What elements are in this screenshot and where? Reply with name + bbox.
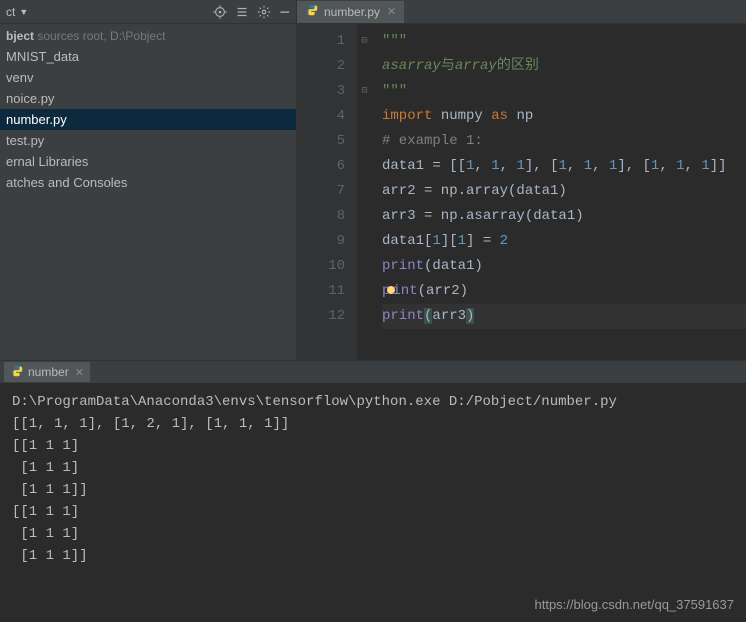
code-line[interactable]: arr2 = np.array(data1) [382, 179, 746, 204]
python-file-icon [10, 364, 24, 381]
console-line: [[1 1 1] [12, 435, 734, 457]
code-area[interactable]: """asarray与array的区别"""import numpy as np… [372, 24, 746, 360]
tab-label: number.py [324, 5, 380, 19]
tree-item[interactable]: MNIST_data [0, 46, 296, 67]
close-icon[interactable]: ✕ [387, 5, 396, 18]
sidebar-header: ct ▼ − [0, 0, 296, 24]
tree-item[interactable]: ernal Libraries [0, 151, 296, 172]
tree-item[interactable]: atches and Consoles [0, 172, 296, 193]
console-line: [1 1 1] [12, 457, 734, 479]
console-tab-label: number [28, 365, 69, 379]
console-line: [[1 1 1] [12, 501, 734, 523]
editor-area: number.py ✕ 123456789101112 ⊟⊟ """asarra… [297, 0, 746, 360]
hide-icon[interactable]: − [279, 7, 290, 17]
project-root[interactable]: bject sources root, D:\Pobject [0, 26, 296, 46]
tree-item[interactable]: test.py [0, 130, 296, 151]
code-line[interactable]: import numpy as np [382, 104, 746, 129]
console-tab[interactable]: number ✕ [4, 362, 90, 382]
root-label: bject [6, 29, 34, 43]
console-tab-bar: number ✕ [0, 361, 746, 383]
console-line: D:\ProgramData\Anaconda3\envs\tensorflow… [12, 391, 734, 413]
line-number-gutter: 123456789101112 [297, 24, 357, 360]
sidebar-toolbar: − [213, 5, 290, 19]
code-line[interactable]: print(arr3) [382, 304, 746, 329]
code-line[interactable]: data1 = [[1, 1, 1], [1, 1, 1], [1, 1, 1]… [382, 154, 746, 179]
collapse-icon[interactable] [235, 5, 249, 19]
code-line[interactable]: arr3 = np.asarray(data1) [382, 204, 746, 229]
code-line[interactable]: """ [382, 79, 746, 104]
tree-item[interactable]: number.py [0, 109, 296, 130]
tree-item[interactable]: venv [0, 67, 296, 88]
watermark: https://blog.csdn.net/qq_37591637 [535, 594, 735, 616]
project-tree[interactable]: bject sources root, D:\Pobject MNIST_dat… [0, 24, 296, 360]
close-icon[interactable]: ✕ [75, 366, 84, 379]
code-line[interactable]: """ [382, 29, 746, 54]
code-line[interactable]: data1[1][1] = 2 [382, 229, 746, 254]
sidebar-title[interactable]: ct ▼ [6, 5, 28, 19]
code-line[interactable]: pint(arr2) [382, 279, 746, 304]
project-label: ct [6, 5, 15, 19]
editor-tab-bar: number.py ✕ [297, 0, 746, 24]
chevron-down-icon: ▼ [19, 7, 28, 17]
code-line[interactable]: print(data1) [382, 254, 746, 279]
editor-content[interactable]: 123456789101112 ⊟⊟ """asarray与array的区别""… [297, 24, 746, 360]
console-line: [[1, 1, 1], [1, 2, 1], [1, 1, 1]] [12, 413, 734, 435]
gear-icon[interactable] [257, 5, 271, 19]
project-sidebar: ct ▼ − bject sources root, D:\Pobject [0, 0, 297, 360]
code-line[interactable]: # example 1: [382, 129, 746, 154]
editor-tab[interactable]: number.py ✕ [297, 1, 404, 23]
fold-column: ⊟⊟ [357, 24, 372, 360]
locate-icon[interactable] [213, 5, 227, 19]
console-line: [1 1 1]] [12, 545, 734, 567]
console-line: [1 1 1] [12, 523, 734, 545]
python-file-icon [305, 3, 319, 20]
console-line: [1 1 1]] [12, 479, 734, 501]
code-line[interactable]: asarray与array的区别 [382, 54, 746, 79]
tree-item[interactable]: noice.py [0, 88, 296, 109]
console-section: number ✕ D:\ProgramData\Anaconda3\envs\t… [0, 360, 746, 622]
top-section: ct ▼ − bject sources root, D:\Pobject [0, 0, 746, 360]
console-output[interactable]: D:\ProgramData\Anaconda3\envs\tensorflow… [0, 383, 746, 622]
